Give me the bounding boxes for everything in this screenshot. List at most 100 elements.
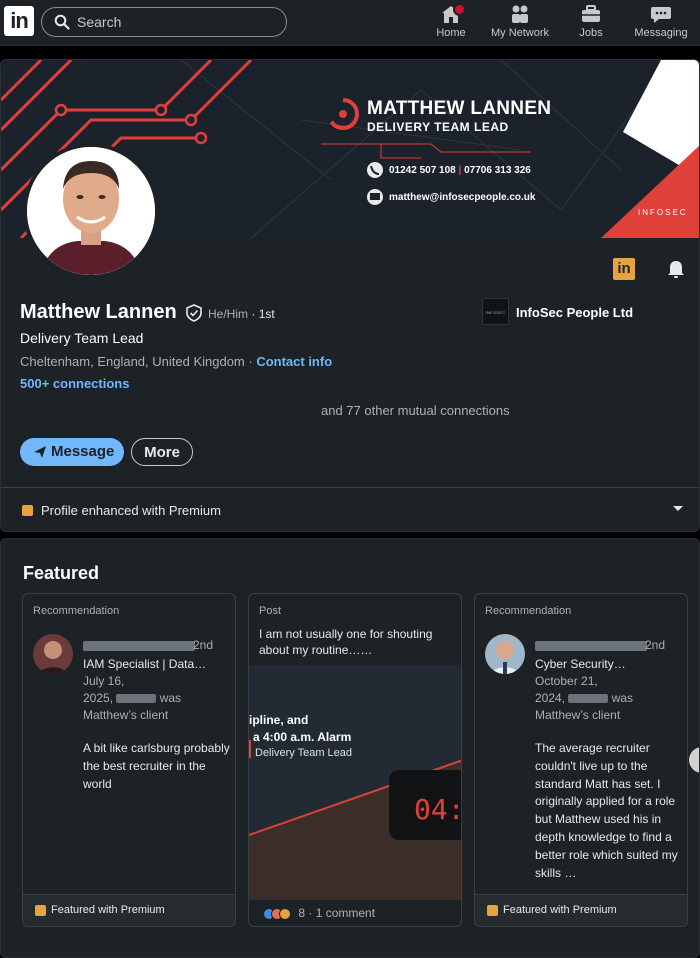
featured-card-recommendation-1[interactable]: Recommendation 2nd IAM Specialist | Data…	[22, 593, 236, 927]
rec-date-line1: October 21,	[535, 674, 598, 688]
mutual-connections[interactable]: and 77 other mutual connections	[321, 403, 510, 418]
banner-phone: 01242 507 108	[389, 165, 456, 176]
profile-name: Matthew Lannen	[20, 301, 177, 323]
featured-card-post[interactable]: Post I am not usually one for shouting a…	[248, 593, 462, 927]
banner-email: matthew@infosecpeople.co.uk	[389, 192, 536, 203]
rec-date-line1: July 16,	[83, 674, 125, 688]
rec-date-line2: 2025,	[83, 691, 114, 705]
message-button-label: Message	[51, 443, 115, 460]
featured-card-recommendation-2[interactable]: Recommendation 2nd Cyber Security… Octob…	[474, 593, 688, 927]
redacted-name	[116, 694, 157, 704]
banner-phone-separator: |	[458, 165, 462, 176]
nav-home[interactable]: Home	[432, 3, 470, 42]
recommender-role: Cyber Security…	[535, 657, 626, 671]
card-type: Recommendation	[33, 605, 120, 617]
nav-jobs-label: Jobs	[579, 27, 603, 39]
top-navigation: in Home My Network Jobs Me	[0, 0, 700, 46]
recommender-role: IAM Specialist | Data…	[83, 657, 207, 671]
search-input[interactable]	[77, 12, 277, 32]
verified-shield-icon[interactable]	[185, 304, 203, 322]
card-type: Post	[259, 605, 282, 617]
pronouns-degree: He/Him · 1st	[208, 307, 275, 321]
recommendation-text: A bit like carlsburg probably the best r…	[83, 741, 230, 791]
avatar-photo	[27, 147, 155, 275]
message-button[interactable]: Message	[20, 438, 124, 466]
recommender-name-redacted[interactable]: 2nd	[83, 638, 223, 654]
redacted-name	[83, 641, 195, 651]
search-bar[interactable]	[41, 7, 287, 37]
messaging-icon	[651, 7, 671, 23]
banner-brand: INFOSEC	[638, 208, 688, 217]
linkedin-badge-icon[interactable]: in	[613, 258, 635, 280]
more-button[interactable]: More	[131, 438, 193, 466]
post-image-line1: ipline, and	[249, 713, 309, 727]
post-image-line2: a 4:00 a.m. Alarm	[253, 730, 352, 744]
reaction-count: 8	[298, 906, 306, 920]
nav-messaging-label: Messaging	[634, 27, 688, 39]
connections-link[interactable]: 500+ connections	[20, 376, 129, 391]
post-image-line3: Delivery Team Lead	[255, 747, 353, 759]
recommender-name-redacted[interactable]: 2nd	[535, 638, 675, 654]
recommender-details: IAM Specialist | Data… July 16, 2025, wa…	[83, 656, 229, 724]
recommender-degree: 2nd	[192, 638, 213, 652]
profile-card: MATTHEW LANNEN DELIVERY TEAM LEAD 01242 …	[0, 59, 700, 532]
card-type: Recommendation	[485, 605, 572, 617]
card-footer: Featured with Premium	[23, 894, 235, 926]
profile-location: Cheltenham, England, United Kingdom · Co…	[20, 354, 332, 369]
rec-was: was	[611, 691, 634, 705]
premium-icon	[35, 905, 46, 916]
post-social-counts[interactable]: 8 · 1 comment	[263, 906, 375, 920]
recommender-degree: 2nd	[644, 638, 665, 652]
featured-premium-label: Featured with Premium	[51, 904, 165, 916]
notification-badge	[453, 3, 466, 16]
briefcase-icon	[582, 5, 600, 22]
contact-info-link[interactable]: Contact info	[256, 354, 332, 369]
redacted-name	[535, 641, 647, 651]
post-image-graphic	[249, 665, 461, 900]
recommender-details: Cyber Security… October 21, 2024, was Ma…	[535, 656, 681, 724]
premium-icon	[487, 905, 498, 916]
search-icon	[54, 14, 70, 30]
profile-headline: Delivery Team Lead	[20, 330, 144, 346]
nav-jobs[interactable]: Jobs	[576, 4, 606, 42]
recommender-avatar	[485, 634, 525, 674]
banner-phones: 01242 507 108 | 07706 313 326	[389, 165, 531, 176]
nav-my-network-label: My Network	[490, 27, 550, 39]
redacted-name	[568, 694, 609, 704]
premium-note[interactable]: Profile enhanced with Premium	[41, 503, 221, 518]
chevron-down-icon[interactable]	[673, 506, 683, 511]
featured-section: Featured Recommendation 2nd IAM Speciali…	[0, 538, 700, 958]
pronouns: He/Him	[208, 307, 249, 321]
post-image[interactable]: ipline, and a 4:00 a.m. Alarm Delivery T…	[249, 665, 462, 900]
insightful-reaction-icon	[279, 907, 291, 920]
rec-was: was	[159, 691, 182, 705]
location-text: Cheltenham, England, United Kingdom ·	[20, 354, 257, 369]
featured-title: Featured	[23, 563, 100, 583]
banner-title: DELIVERY TEAM LEAD	[367, 120, 509, 134]
send-icon	[34, 446, 46, 458]
nav-home-label: Home	[436, 27, 466, 39]
company-name[interactable]: InfoSec People Ltd	[516, 305, 633, 320]
comment-count: · 1 comment	[308, 906, 376, 920]
recommendation-text: The average recruiter couldn't live up t…	[535, 741, 678, 880]
profile-avatar[interactable]	[23, 143, 159, 279]
clock-display: 04:	[414, 793, 462, 826]
rec-relation: Matthew’s client	[535, 708, 621, 722]
post-text: I am not usually one for shouting about …	[259, 627, 433, 657]
linkedin-logo-icon[interactable]: in	[4, 6, 34, 36]
recommender-avatar	[33, 634, 73, 674]
company-logo[interactable]: INFOSEC	[482, 298, 509, 325]
card-footer: Featured with Premium	[475, 894, 687, 926]
carousel-next-button[interactable]	[689, 747, 699, 773]
connection-degree: · 1st	[251, 307, 275, 321]
bell-icon[interactable]	[665, 258, 687, 280]
featured-premium-label: Featured with Premium	[503, 904, 617, 916]
network-icon	[512, 5, 528, 23]
divider	[1, 487, 699, 488]
nav-my-network[interactable]: My Network	[489, 4, 551, 42]
premium-icon	[22, 505, 33, 516]
banner-mobile: 07706 313 326	[464, 165, 531, 176]
rec-date-line2: 2024,	[535, 691, 566, 705]
nav-messaging[interactable]: Messaging	[633, 4, 689, 42]
banner-name: MATTHEW LANNEN	[367, 98, 552, 119]
